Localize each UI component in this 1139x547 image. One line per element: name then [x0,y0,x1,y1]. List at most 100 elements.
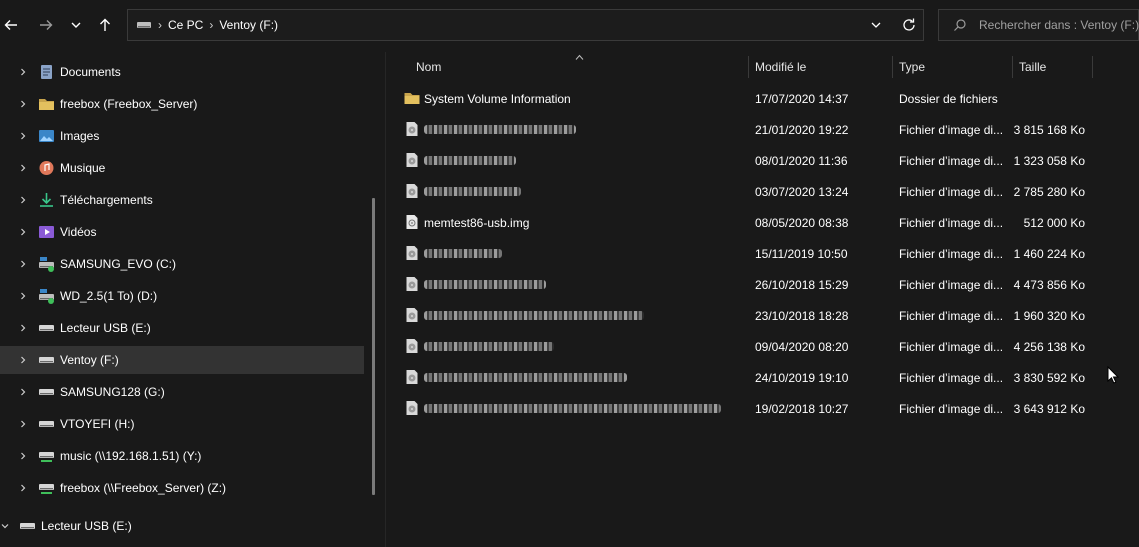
file-size: 512 000 Ko [1023,215,1085,230]
sidebar-item[interactable]: Ventoy (F:) [0,346,364,374]
sidebar-item-label: Vidéos [60,225,97,239]
file-row[interactable]: 21/01/2020 19:22 Fichier d’image di... 3 8… [386,114,1139,145]
file-modified: 21/01/2020 19:22 [755,122,849,137]
music-icon [39,161,54,175]
system-drive-icon [39,289,54,304]
chevron-right-icon[interactable] [18,451,28,461]
address-bar[interactable]: › Ce PC › Ventoy (F:) [127,9,924,41]
sidebar-item[interactable]: SAMSUNG_EVO (C:) [0,250,364,278]
sidebar-item[interactable]: Lecteur USB (E:) [0,314,364,342]
sidebar-item[interactable]: Musique [0,154,364,182]
obscured-file-name [424,373,627,382]
file-row[interactable]: 03/07/2020 13:24 Fichier d’image di... 2 7… [386,176,1139,207]
chevron-right-icon[interactable] [18,131,28,141]
usb-drive-icon [39,421,54,427]
chevron-right-icon[interactable] [18,483,28,493]
column-divider[interactable] [892,56,893,78]
sidebar-item[interactable]: Vidéos [0,218,364,246]
disc-image-icon [406,370,418,384]
navigation-bar: › Ce PC › Ventoy (F:) Rechercher dans : … [0,0,1139,52]
chevron-right-icon[interactable] [18,227,28,237]
file-modified: 19/02/2018 10:27 [755,401,849,416]
documents-icon [41,65,52,79]
chevron-right-icon[interactable] [18,259,28,269]
forward-button[interactable] [35,12,57,38]
sidebar-item[interactable]: Documents [0,58,364,86]
column-divider[interactable] [748,56,749,78]
recent-locations-button[interactable] [65,12,87,38]
usb-drive-icon [39,389,54,395]
sidebar-item[interactable]: WD_2.5(1 To) (D:) [0,282,364,310]
file-type: Fichier d’image di... [899,277,1004,292]
chevron-right-icon[interactable] [18,355,28,365]
sidebar-scrollbar[interactable] [372,198,375,495]
sidebar-item-label: VTOYEFI (H:) [60,417,135,431]
file-row[interactable]: 08/01/2020 11:36 Fichier d’image di... 1 3… [386,145,1139,176]
file-row[interactable]: 15/11/2019 10:50 Fichier d’image di... 1 4… [386,238,1139,269]
file-row[interactable]: System Volume Information 17/07/2020 14:3… [386,83,1139,114]
up-button[interactable] [94,12,116,38]
file-size: 1 460 224 Ko [1013,246,1085,261]
obscured-file-name [424,280,546,289]
back-button[interactable] [0,12,22,38]
file-row[interactable]: 26/10/2018 15:29 Fichier d’image di... 4 4… [386,269,1139,300]
sidebar-item[interactable]: freebox (Freebox_Server) [0,90,364,118]
sidebar-item-label: Lecteur USB (E:) [60,321,151,335]
file-row[interactable]: memtest86-usb.img 08/05/2020 08:38 Fichier… [386,207,1139,238]
sidebar-item-label: SAMSUNG128 (G:) [60,385,165,399]
download-icon [40,193,53,207]
file-row[interactable]: 24/10/2019 19:10 Fichier d’image di... 3 8… [386,362,1139,393]
sidebar-item[interactable]: VTOYEFI (H:) [0,410,364,438]
folder-icon [39,99,54,110]
file-modified: 08/05/2020 08:38 [755,215,849,230]
address-dropdown-icon[interactable] [868,17,884,33]
sidebar-item[interactable]: music (\\192.168.1.51) (Y:) [0,442,364,470]
file-row[interactable]: 09/04/2020 08:20 Fichier d’image di... 4 2… [386,331,1139,362]
search-icon [954,19,966,31]
breadcrumb: › Ce PC › Ventoy (F:) [136,10,278,40]
file-type: Fichier d’image di... [899,308,1004,323]
network-drive-icon [39,452,54,462]
column-header-modified[interactable]: Modifié le [755,52,806,82]
chevron-right-icon[interactable] [18,67,28,77]
search-box[interactable]: Rechercher dans : Ventoy (F:) [938,9,1139,41]
sidebar-item-label: freebox (Freebox_Server) [60,97,198,111]
sidebar-item[interactable]: Images [0,122,364,150]
file-row[interactable]: 23/10/2018 18:28 Fichier d’image di... 1 9… [386,300,1139,331]
file-modified: 26/10/2018 15:29 [755,277,849,292]
sidebar-item-label: WD_2.5(1 To) (D:) [60,289,158,303]
file-type: Dossier de fichiers [899,91,998,106]
chevron-right-icon[interactable] [18,387,28,397]
file-size: 4 473 856 Ko [1013,277,1085,292]
refresh-icon[interactable] [900,16,918,34]
column-divider[interactable] [1092,56,1093,78]
breadcrumb-ventoy[interactable]: Ventoy (F:) [219,18,278,32]
chevron-right-icon[interactable] [18,99,28,109]
mouse-cursor-icon [1107,366,1119,384]
chevron-down-icon[interactable] [0,521,10,531]
column-divider[interactable] [1012,56,1013,78]
column-header-size[interactable]: Taille [1019,52,1046,82]
file-type: Fichier d’image di... [899,246,1004,261]
file-size: 4 256 138 Ko [1013,339,1085,354]
breadcrumb-this-pc[interactable]: Ce PC [168,18,203,32]
file-size: 1 323 058 Ko [1013,153,1085,168]
chevron-right-icon[interactable] [18,323,28,333]
sidebar-item-label: Téléchargements [60,193,153,207]
file-row[interactable]: 19/02/2018 10:27 Fichier d’image di... 3 6… [386,393,1139,424]
chevron-right-icon[interactable] [18,419,28,429]
chevron-right-icon[interactable] [18,291,28,301]
chevron-right-icon[interactable] [18,163,28,173]
chevron-right-icon[interactable] [18,195,28,205]
column-header-type[interactable]: Type [899,52,925,82]
sidebar-item[interactable]: Téléchargements [0,186,364,214]
sidebar-item[interactable]: freebox (\\Freebox_Server) (Z:) [0,474,364,502]
sidebar-item[interactable]: SAMSUNG128 (G:) [0,378,364,406]
disc-image-icon [406,246,418,260]
file-modified: 15/11/2019 10:50 [755,246,848,261]
usb-drive-icon [39,357,54,363]
usb-drive-icon [20,523,35,529]
sidebar-item-root[interactable]: Lecteur USB (E:) [0,512,364,540]
column-header-name[interactable]: Nom [416,52,441,82]
file-type: Fichier d’image di... [899,122,1004,137]
